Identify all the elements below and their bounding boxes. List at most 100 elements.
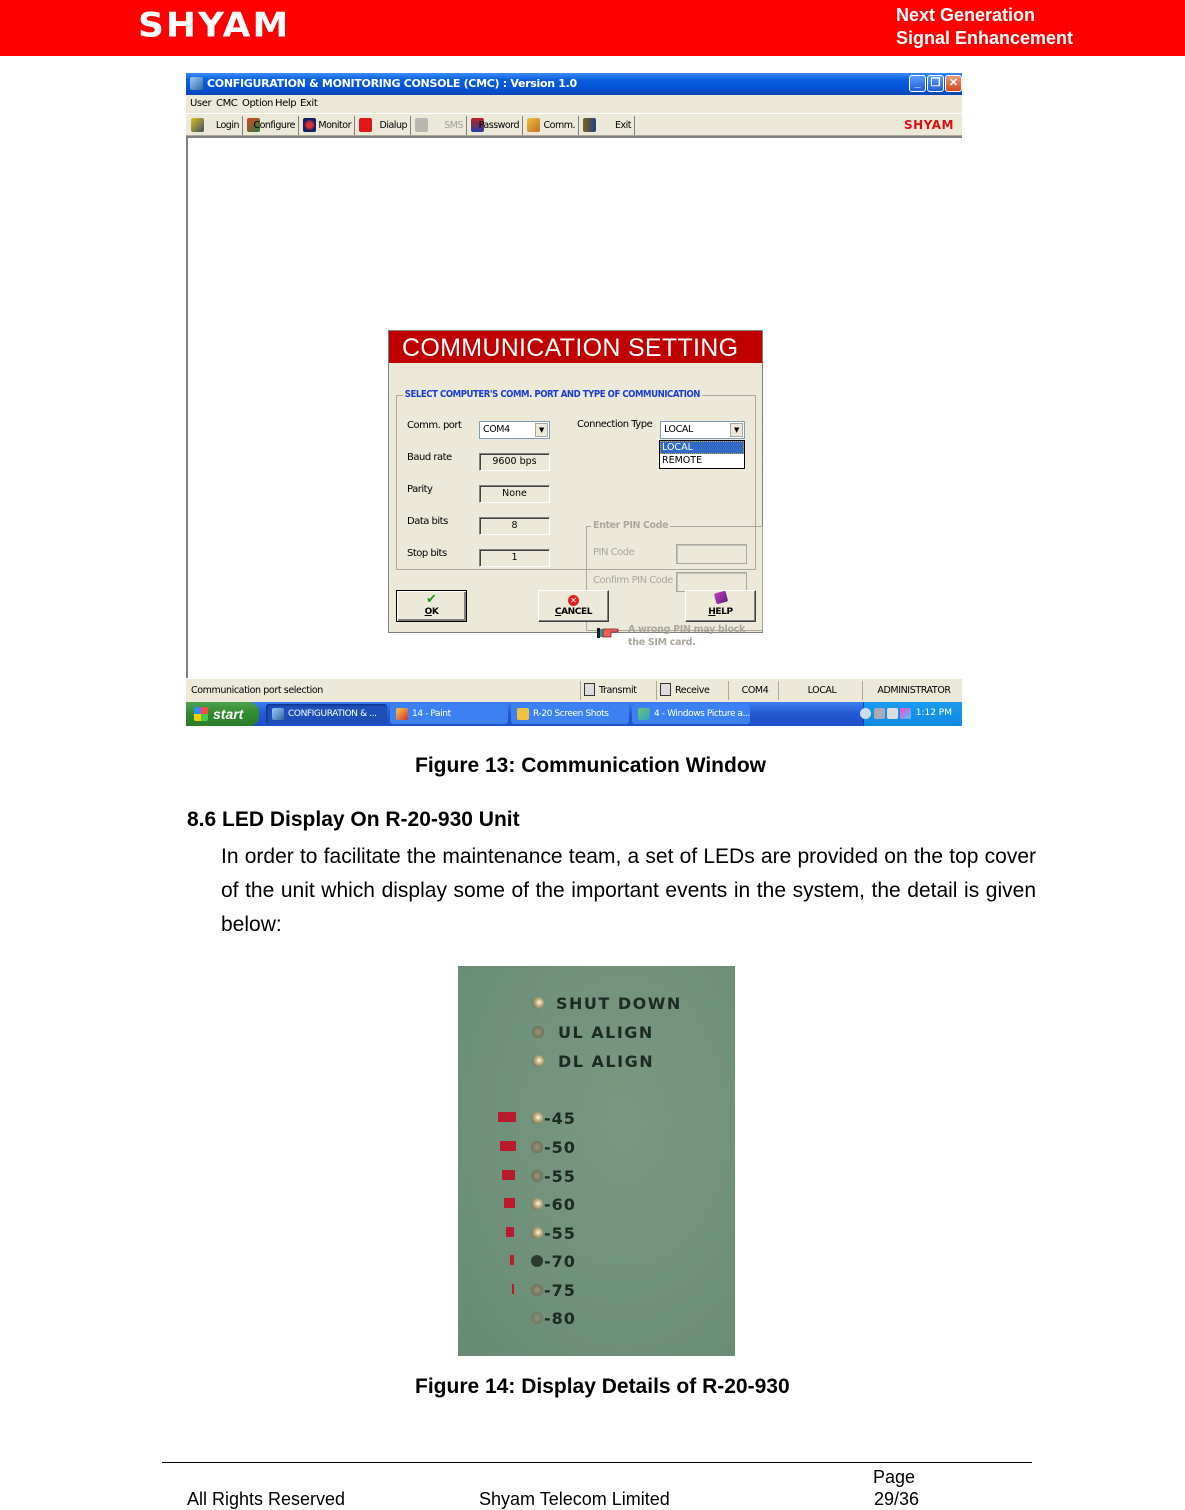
cancel-button[interactable]: ✕ CANCEL [538, 590, 609, 622]
group-title: SELECT COMPUTER'S COMM. PORT AND TYPE OF… [403, 389, 702, 400]
taskbar-clock: 1:12 PM [915, 708, 952, 718]
folder-icon [517, 708, 529, 720]
led-icon [531, 1198, 543, 1210]
toolbar-login-button[interactable]: Login [188, 116, 243, 135]
tray-app-icon[interactable] [900, 708, 911, 719]
toolbar-configure-button[interactable]: Configure [244, 116, 299, 135]
status-port: COM4 [728, 681, 778, 700]
restore-button[interactable]: ❐ [927, 75, 944, 92]
computer-icon [660, 683, 671, 696]
figure-13-caption: Figure 13: Communication Window [415, 754, 766, 777]
comm-port-select[interactable]: COM4 ▼ [479, 421, 550, 439]
connection-type-label: Connection Type [577, 419, 653, 430]
signal-bar-mark [498, 1112, 516, 1122]
toolbar-dialup-button[interactable]: Dialup [356, 116, 411, 135]
transmit-indicator: Transmit [580, 681, 656, 700]
tagline-line-2: Signal Enhancement [896, 28, 1074, 48]
led-icon [532, 1026, 544, 1038]
data-bits-label: Data bits [407, 516, 448, 527]
exit-door-icon [583, 118, 596, 132]
baud-rate-field: 9600 bps [479, 453, 550, 471]
confirm-pin-input[interactable] [676, 572, 747, 592]
start-button[interactable]: start [186, 702, 259, 726]
taskbar-item[interactable]: 14 - Paint [390, 704, 508, 724]
section-heading: 8.6 LED Display On R-20-930 Unit [187, 808, 520, 831]
toolbar-password-button[interactable]: Password [468, 116, 523, 135]
led-icon [531, 1227, 543, 1239]
menu-cmc[interactable]: CMC [216, 98, 238, 109]
stop-bits-label: Stop bits [407, 548, 447, 559]
menu-exit[interactable]: Exit [300, 98, 318, 109]
footer-rights: All Rights Reserved [187, 1489, 346, 1509]
toolbar-sms-button[interactable]: SMS [412, 116, 467, 135]
taskbar-item[interactable]: 4 - Windows Picture a... [632, 704, 750, 724]
shyam-logo: SHYAM [138, 6, 291, 46]
confirm-pin-label: Confirm PIN Code [593, 575, 673, 586]
connection-type-select[interactable]: LOCAL ▼ [660, 421, 745, 439]
led-panel-photo: SHUT DOWN UL ALIGN DL ALIGN -45 -50 -55 … [458, 966, 735, 1356]
footer-divider [162, 1462, 1032, 1463]
option-remote[interactable]: REMOTE [660, 454, 744, 467]
chevron-down-icon[interactable]: ▼ [730, 423, 743, 437]
toolbar-comm-button[interactable]: Comm. [524, 116, 579, 135]
minimize-button[interactable]: _ [909, 75, 926, 92]
menu-help[interactable]: Help [275, 98, 297, 109]
taskbar-item[interactable]: R-20 Screen Shots [511, 704, 629, 724]
ok-button[interactable]: ✔ OK [396, 590, 467, 622]
signal-bar-mark [512, 1284, 514, 1294]
receive-indicator: Receive [656, 681, 728, 700]
toolbar: Login Configure Monitor Dialup SMS Passw… [186, 113, 962, 136]
led-icon [531, 1112, 543, 1124]
pin-code-label: PIN Code [593, 547, 635, 558]
monitor-icon [303, 118, 316, 132]
app-icon [190, 77, 203, 90]
tray-expand-icon[interactable] [860, 708, 871, 719]
footer-page-label: Page [873, 1467, 916, 1487]
status-message: Communication port selection [191, 685, 323, 696]
led-icon [531, 1284, 543, 1296]
help-button[interactable]: HELP [685, 590, 756, 622]
plug-icon [527, 118, 540, 132]
taskbar-item[interactable]: CONFIGURATION & ... [266, 704, 387, 724]
checkmark-icon: ✔ [426, 592, 437, 607]
page-header: SHYAM Next Generation Signal Enhancement [0, 0, 1185, 56]
comm-settings-group: SELECT COMPUTER'S COMM. PORT AND TYPE OF… [396, 389, 763, 648]
telephone-icon [359, 118, 372, 132]
sms-icon [415, 118, 428, 132]
communication-setting-dialog: COMMUNICATION SETTING SELECT COMPUTER'S … [388, 330, 763, 648]
key-user-icon [191, 118, 204, 132]
menu-user[interactable]: User [190, 98, 212, 109]
led-icon [532, 997, 544, 1009]
windows-logo-icon [194, 707, 208, 721]
pin-code-input[interactable] [676, 544, 747, 564]
system-tray: 1:12 PM [860, 702, 962, 726]
toolbar-exit-button[interactable]: Exit [580, 116, 635, 135]
pointing-hand-icon [597, 628, 619, 638]
toolbar-shyam-logo: SHYAM [904, 118, 954, 132]
status-user: ADMINISTRATOR [862, 681, 962, 700]
toolbar-monitor-button[interactable]: Monitor [300, 116, 355, 135]
window-titlebar: CONFIGURATION & MONITORING CONSOLE (CMC)… [186, 73, 962, 95]
signal-bar-mark [500, 1141, 516, 1151]
cancel-x-icon: ✕ [539, 592, 608, 607]
app-icon [272, 708, 284, 720]
pin-warning-text: A wrong PIN may block the SIM card. [628, 624, 746, 648]
option-local[interactable]: LOCAL [660, 441, 744, 454]
connection-type-dropdown-list: LOCAL REMOTE [659, 440, 745, 469]
figure-14-caption: Figure 14: Display Details of R-20-930 [415, 1375, 790, 1398]
status-bar: Communication port selection Transmit Re… [186, 678, 962, 702]
chevron-down-icon[interactable]: ▼ [535, 423, 548, 437]
tagline: Next Generation Signal Enhancement [896, 4, 1073, 50]
stop-bits-field: 1 [479, 549, 550, 567]
footer-company: Shyam Telecom Limited [479, 1489, 670, 1509]
section-paragraph: In order to facilitate the maintenance t… [221, 845, 1036, 936]
signal-bar-mark [510, 1255, 514, 1265]
led-icon [531, 1170, 543, 1182]
led-icon [531, 1255, 543, 1267]
menu-option[interactable]: Option [242, 98, 273, 109]
network-icon[interactable] [874, 708, 885, 719]
close-button[interactable]: ✕ [945, 75, 962, 92]
led-icon [531, 1141, 543, 1153]
tagline-line-1: Next Generation [896, 5, 1036, 25]
volume-icon[interactable] [887, 708, 898, 719]
